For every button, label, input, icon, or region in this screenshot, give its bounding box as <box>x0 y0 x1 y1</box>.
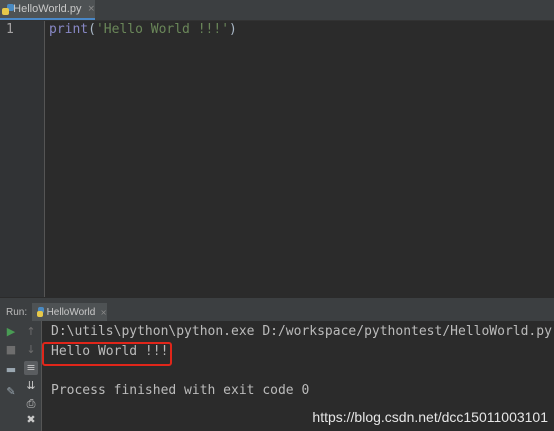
console-command-line: D:\utils\python\python.exe D:/workspace/… <box>51 324 552 339</box>
editor-tab-bar: HelloWorld.py × <box>0 0 554 21</box>
python-file-icon <box>36 307 44 317</box>
pin-icon[interactable]: ✎ <box>4 385 18 399</box>
run-tab-helloworld[interactable]: HelloWorld × <box>32 303 107 321</box>
soft-wrap-icon[interactable]: ≡ <box>24 361 38 375</box>
layout-icon[interactable]: ▬ <box>4 363 18 377</box>
up-arrow-icon[interactable]: ↑ <box>24 325 38 339</box>
run-label: Run: <box>6 306 28 318</box>
code-close-paren: ) <box>229 22 237 37</box>
editor-tab-label: HelloWorld.py <box>13 3 82 15</box>
run-toolbar: ▶ ■ ▬ ✎ <box>0 321 22 431</box>
run-panel-header: Run: HelloWorld × <box>0 303 554 322</box>
watermark-url: https://blog.csdn.net/dcc15011003101 <box>312 409 548 425</box>
run-tab-label: HelloWorld <box>46 306 96 318</box>
code-string-literal: 'Hello World !!!' <box>95 22 230 37</box>
console-exit-message: Process finished with exit code 0 <box>51 383 310 398</box>
scroll-to-end-icon[interactable]: ⇊ <box>24 379 38 393</box>
run-icon[interactable]: ▶ <box>4 325 18 339</box>
trash-icon[interactable]: ✖ <box>24 413 38 427</box>
console-toolbar: ↑ ↓ ≡ ⇊ ⎙ ✖ <box>21 321 42 431</box>
python-file-icon <box>2 3 14 15</box>
code-editor[interactable]: 1 print('Hello World !!!') <box>0 21 554 297</box>
close-icon[interactable]: × <box>87 4 95 14</box>
close-icon[interactable]: × <box>100 308 107 317</box>
code-line[interactable]: print('Hello World !!!') <box>49 22 237 37</box>
line-number: 1 <box>6 22 14 37</box>
editor-tab-helloworld[interactable]: HelloWorld.py × <box>0 0 95 20</box>
line-gutter: 1 <box>0 21 45 297</box>
down-arrow-icon[interactable]: ↓ <box>24 343 38 357</box>
code-open-paren: ( <box>88 22 96 37</box>
console-output-line: Hello World !!! <box>51 344 169 359</box>
code-print-keyword: print <box>49 22 89 37</box>
stop-icon[interactable]: ■ <box>4 343 18 357</box>
print-icon[interactable]: ⎙ <box>24 397 38 411</box>
